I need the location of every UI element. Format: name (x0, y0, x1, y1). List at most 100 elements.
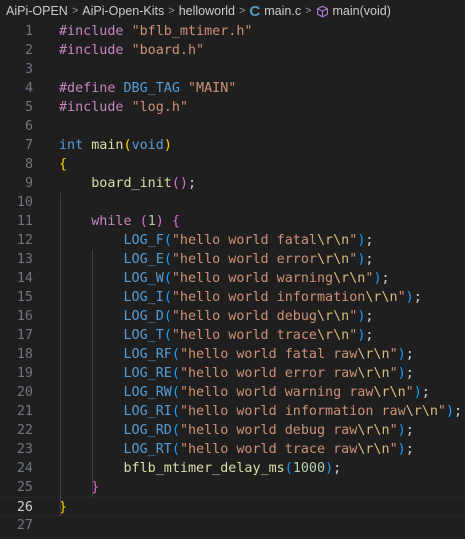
line-number: 22 (16, 423, 33, 438)
code-line[interactable]: 22 LOG_RD("hello world debug raw\r\n"); (0, 421, 465, 440)
c-file-icon: C (249, 2, 261, 20)
code-token: ) (397, 366, 406, 381)
code-line[interactable]: 5 #include "log.h" (0, 98, 465, 117)
code-token: ; (188, 176, 197, 191)
code-text: #include "log.h" (59, 98, 188, 117)
code-line[interactable]: 7 int main(void) (0, 136, 465, 155)
code-token: \r\n (405, 404, 438, 419)
code-line[interactable]: 1 #include "bflb_mtimer.h" (0, 22, 465, 41)
chevron-right-icon: > (71, 5, 79, 17)
code-line[interactable]: 6 (0, 117, 465, 136)
code-token: #include (59, 24, 132, 39)
code-token: LOG_I (123, 290, 164, 305)
line-number: 6 (24, 119, 33, 134)
code-token: 1 (147, 214, 156, 229)
code-token: #define (59, 81, 124, 96)
line-number: 19 (16, 366, 33, 381)
code-token: \r\n (333, 271, 366, 286)
code-token: "hello world trace raw (179, 442, 358, 457)
code-token: " (389, 366, 398, 381)
line-number: 27 (16, 518, 33, 533)
code-token: LOG_W (123, 271, 164, 286)
code-line[interactable]: 26} (0, 497, 465, 516)
code-text: { (59, 155, 67, 174)
code-line[interactable]: 24 bflb_mtimer_delay_ms(1000); (0, 459, 465, 478)
code-line[interactable]: 14 LOG_W("hello world warning\r\n"); (0, 269, 465, 288)
code-line[interactable]: 12 LOG_F("hello world fatal\r\n"); (0, 231, 465, 250)
line-number: 17 (16, 328, 33, 343)
code-line[interactable]: 4 #define DBG_TAG "MAIN" (0, 79, 465, 98)
code-token: ( (163, 290, 172, 305)
code-token: \r\n (317, 328, 350, 343)
code-token: LOG_RF (123, 347, 172, 362)
code-token: LOG_E (123, 252, 164, 267)
code-token: ) (397, 423, 406, 438)
code-line[interactable]: 8{ (0, 155, 465, 174)
code-line[interactable]: 19 LOG_RE("hello world error raw\r\n"); (0, 364, 465, 383)
code-text: int main(void) (59, 136, 172, 155)
code-line[interactable]: 17 LOG_T("hello world trace\r\n"); (0, 326, 465, 345)
code-token: ; (405, 366, 414, 381)
code-token: ( (123, 138, 132, 153)
code-editor[interactable]: 1 #include "bflb_mtimer.h" 2 #include "boar… (0, 22, 465, 535)
code-line[interactable]: 27 (0, 516, 465, 535)
breadcrumb-file-label: main.c (264, 4, 302, 18)
code-token: ) (397, 442, 406, 457)
code-text: bflb_mtimer_delay_ms(1000); (59, 459, 342, 478)
code-line[interactable]: 20 LOG_RW("hello world warning raw\r\n")… (0, 383, 465, 402)
line-number: 16 (16, 309, 33, 324)
breadcrumb-item-root[interactable]: AiPi-OPEN (6, 4, 68, 18)
code-token: LOG_F (123, 233, 164, 248)
code-line[interactable]: 15 LOG_I("hello world information\r\n"); (0, 288, 465, 307)
code-text: LOG_RW("hello world warning raw\r\n"); (59, 383, 430, 402)
code-line[interactable]: 2 #include "board.h" (0, 41, 465, 60)
code-token: \r\n (373, 385, 406, 400)
code-token: "hello world error (171, 252, 317, 267)
code-text: LOG_T("hello world trace\r\n"); (59, 326, 374, 345)
code-token: () (171, 176, 188, 191)
code-token: board_init (91, 176, 172, 191)
code-token: ; (365, 252, 374, 267)
code-line[interactable]: 21 LOG_RI("hello world information raw\r… (0, 402, 465, 421)
code-token: ; (405, 347, 414, 362)
code-token: ) (325, 461, 334, 476)
code-text: LOG_D("hello world debug\r\n"); (59, 307, 374, 326)
code-token: ; (405, 423, 414, 438)
indent-guide (60, 193, 61, 516)
code-text: board_init(); (59, 174, 196, 193)
code-token: DBG_TAG (123, 81, 180, 96)
code-line[interactable]: 3 (0, 60, 465, 79)
code-token: { (171, 214, 180, 229)
code-line[interactable]: 25 } (0, 478, 465, 497)
line-number: 5 (24, 100, 33, 115)
code-token: " (397, 290, 406, 305)
code-token: LOG_T (123, 328, 164, 343)
code-line[interactable]: 9 board_init(); (0, 174, 465, 193)
line-number: 25 (16, 480, 33, 495)
code-token: ; (365, 328, 374, 343)
line-number: 15 (16, 290, 33, 305)
code-token: ( (163, 309, 172, 324)
code-line[interactable]: 11 while (1) { (0, 212, 465, 231)
code-text: #include "bflb_mtimer.h" (59, 22, 253, 41)
line-number: 4 (24, 81, 33, 96)
code-line[interactable]: 13 LOG_E("hello world error\r\n"); (0, 250, 465, 269)
line-number: 2 (24, 43, 33, 58)
code-line[interactable]: 23 LOG_RT("hello world trace raw\r\n"); (0, 440, 465, 459)
code-token: ) (373, 271, 382, 286)
breadcrumb-item-folder[interactable]: AiPi-Open-Kits (82, 4, 164, 18)
code-line[interactable]: 10 (0, 193, 465, 212)
breadcrumb-item-subfolder[interactable]: helloworld (179, 4, 235, 18)
code-line[interactable]: 18 LOG_RF("hello world fatal raw\r\n"); (0, 345, 465, 364)
code-line[interactable]: 16 LOG_D("hello world debug\r\n"); (0, 307, 465, 326)
line-number: 7 (24, 138, 33, 153)
breadcrumb-item-file[interactable]: C main.c (249, 3, 301, 20)
code-token: ; (365, 233, 374, 248)
code-token: { (59, 157, 68, 172)
code-token: ; (365, 309, 374, 324)
line-number: 8 (24, 157, 33, 172)
breadcrumb-item-symbol[interactable]: main(void) (316, 4, 391, 18)
